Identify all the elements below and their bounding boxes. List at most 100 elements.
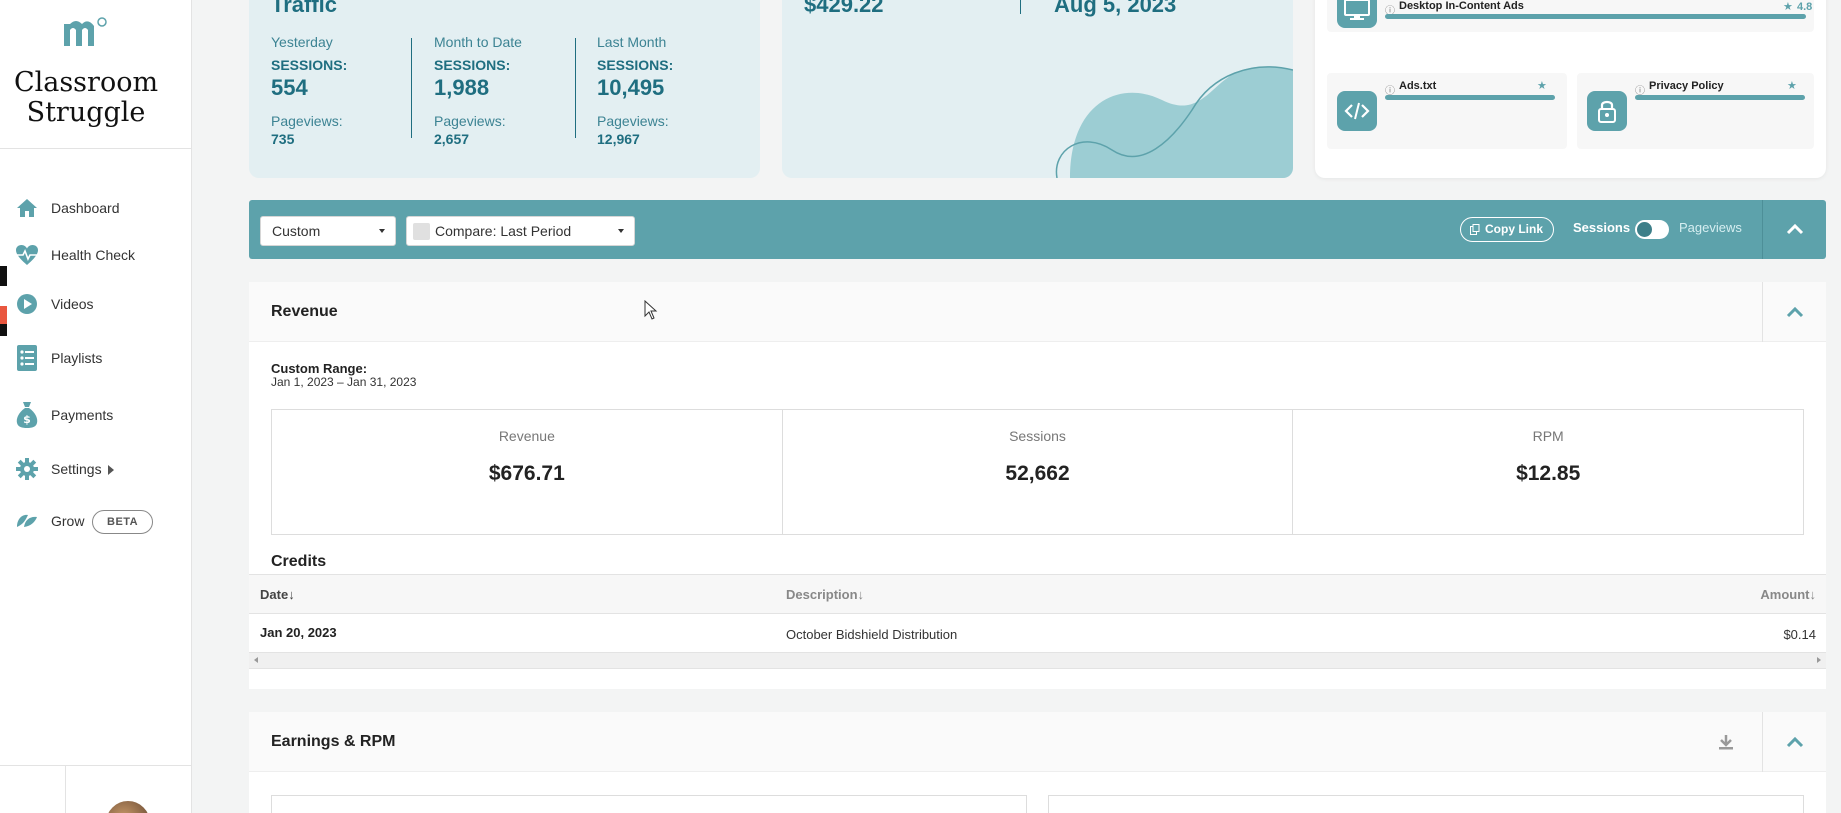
pageviews-label: Pageviews: xyxy=(434,113,506,129)
health-score-bar xyxy=(1385,95,1555,100)
sidebar-item-grow[interactable]: Grow BETA xyxy=(0,504,190,538)
credits-table-header: Date↓ Description↓ Amount↓ xyxy=(249,574,1826,614)
sessions-value: 554 xyxy=(271,75,308,100)
credit-date: Jan 20, 2023 xyxy=(260,625,337,640)
revenue-metrics: Revenue $676.71 Sessions 52,662 RPM $12.… xyxy=(271,409,1804,535)
sidebar-item-settings[interactable]: Settings xyxy=(0,452,190,486)
earnings-date: Aug 5, 2023 xyxy=(1054,0,1177,17)
health-item-privacy-policy[interactable]: ⓘ Privacy Policy ★ xyxy=(1577,73,1814,149)
play-icon xyxy=(14,291,40,317)
sidebar-item-dashboard[interactable]: Dashboard xyxy=(0,191,190,225)
earnings-rpm-collapse-button[interactable] xyxy=(1763,712,1826,772)
column-divider xyxy=(411,38,412,138)
download-icon[interactable] xyxy=(1716,732,1736,752)
sidebar-item-videos[interactable]: Videos xyxy=(0,287,190,321)
logo-icon[interactable] xyxy=(62,14,110,48)
sidebar-item-payments[interactable]: $ Payments xyxy=(0,398,190,432)
copy-link-button[interactable]: Copy Link xyxy=(1460,217,1555,242)
sidebar-item-health-check[interactable]: Health Check xyxy=(0,238,190,272)
chevron-up-icon xyxy=(1786,224,1803,235)
edge-tab xyxy=(0,266,7,286)
heartbeat-icon xyxy=(14,242,40,268)
sidebar-item-label: Dashboard xyxy=(51,200,120,216)
star-icon: ★ xyxy=(1537,80,1547,92)
wave-decoration xyxy=(1055,66,1293,178)
traffic-column-last-month: Last Month SESSIONS: 10,495 Pageviews: 1… xyxy=(597,34,747,147)
revenue-collapse-button[interactable] xyxy=(1763,282,1826,342)
caret-down-icon xyxy=(379,229,385,233)
health-item-name: Privacy Policy xyxy=(1649,80,1724,92)
table-row: Jan 20, 2023 October Bidshield Distribut… xyxy=(249,614,1826,656)
scroll-right-icon[interactable] xyxy=(1817,657,1821,663)
traffic-card: Traffic Yesterday SESSIONS: 554 Pageview… xyxy=(249,0,760,178)
sidebar-item-label: Playlists xyxy=(51,350,103,366)
sessions-label: SESSIONS: xyxy=(597,57,674,73)
column-header-amount[interactable]: Amount↓ xyxy=(1760,587,1816,602)
credit-description: October Bidshield Distribution xyxy=(786,627,958,642)
sidebar-item-playlists[interactable]: Playlists xyxy=(0,341,190,375)
health-item-desktop-ads[interactable]: ⓘ Desktop In-Content Ads ★ 4.8 xyxy=(1327,0,1814,32)
metric-label: Sessions xyxy=(1009,428,1066,444)
brand-name[interactable]: Classroom Struggle xyxy=(0,68,172,128)
earnings-divider xyxy=(1020,0,1021,14)
sidebar-item-label: Payments xyxy=(51,407,114,423)
list-icon xyxy=(14,345,40,371)
date-range-select[interactable]: Custom xyxy=(260,216,396,246)
traffic-title: Traffic xyxy=(271,0,338,17)
beta-badge: BETA xyxy=(92,510,154,534)
star-icon: ★ xyxy=(1787,80,1797,92)
compare-checkbox[interactable] xyxy=(413,223,430,240)
earnings-rpm-title: Earnings & RPM xyxy=(271,733,396,750)
traffic-period: Last Month xyxy=(597,34,667,50)
sidebar-item-label: Grow xyxy=(51,513,85,529)
custom-range-label: Custom Range: xyxy=(271,361,368,376)
metric-sessions: Sessions 52,662 xyxy=(783,410,1294,534)
sidebar-footer-divider xyxy=(65,765,66,813)
chevron-up-icon xyxy=(1786,736,1803,747)
metric-value: 52,662 xyxy=(1005,462,1070,485)
sidebar-footer-divider xyxy=(0,765,192,766)
monitor-icon xyxy=(1337,0,1377,28)
gear-icon xyxy=(14,456,40,482)
column-header-date[interactable]: Date↓ xyxy=(260,587,295,602)
sidebar-item-label: Settings xyxy=(51,461,102,477)
earnings-chart-card xyxy=(271,795,1027,813)
credits-title: Credits xyxy=(271,553,327,570)
metric-label: Revenue xyxy=(498,428,555,444)
revenue-panel: Revenue Custom Range: Jan 1, 2023 – Jan … xyxy=(249,282,1826,689)
sessions-option[interactable]: Sessions xyxy=(1573,220,1630,235)
chevron-up-icon xyxy=(1786,306,1803,317)
sidebar-divider xyxy=(0,148,192,149)
edge-tab xyxy=(0,306,7,324)
rpm-chart-card xyxy=(1048,795,1804,813)
health-item-score: 4.8 xyxy=(1797,1,1813,13)
pageviews-value: 12,967 xyxy=(597,131,640,147)
star-icon: ★ xyxy=(1783,1,1793,13)
traffic-period: Month to Date xyxy=(434,34,522,50)
health-item-ads-txt[interactable]: ⓘ Ads.txt ★ xyxy=(1327,73,1567,149)
metric-revenue: Revenue $676.71 xyxy=(272,410,783,534)
horizontal-scrollbar[interactable] xyxy=(249,652,1826,669)
sessions-label: SESSIONS: xyxy=(434,57,511,73)
sidebar: Classroom Struggle Dashboard Health Chec… xyxy=(0,0,192,813)
sidebar-item-label: Videos xyxy=(51,296,94,312)
health-score-bar xyxy=(1385,14,1806,19)
traffic-period: Yesterday xyxy=(271,34,333,50)
pageviews-option[interactable]: Pageviews xyxy=(1679,220,1742,235)
filter-bar: Custom Compare: Last Period Copy Link Se… xyxy=(249,200,1826,259)
filter-bar-collapse-button[interactable] xyxy=(1763,200,1826,259)
copy-link-label: Copy Link xyxy=(1485,222,1544,236)
scroll-left-icon[interactable] xyxy=(254,657,258,663)
toggle-knob xyxy=(1637,222,1652,237)
health-score-bar xyxy=(1635,95,1805,100)
health-item-name: Ads.txt xyxy=(1399,80,1437,92)
avatar[interactable] xyxy=(104,799,152,813)
pageviews-label: Pageviews: xyxy=(271,113,343,129)
caret-down-icon xyxy=(618,229,624,233)
metric-toggle[interactable] xyxy=(1635,220,1669,239)
compare-select[interactable]: Compare: Last Period xyxy=(406,216,635,246)
code-icon xyxy=(1337,91,1377,131)
earnings-rpm-panel: Earnings & RPM xyxy=(249,712,1826,813)
column-header-description[interactable]: Description↓ xyxy=(786,587,864,602)
revenue-panel-header: Revenue xyxy=(249,282,1826,342)
